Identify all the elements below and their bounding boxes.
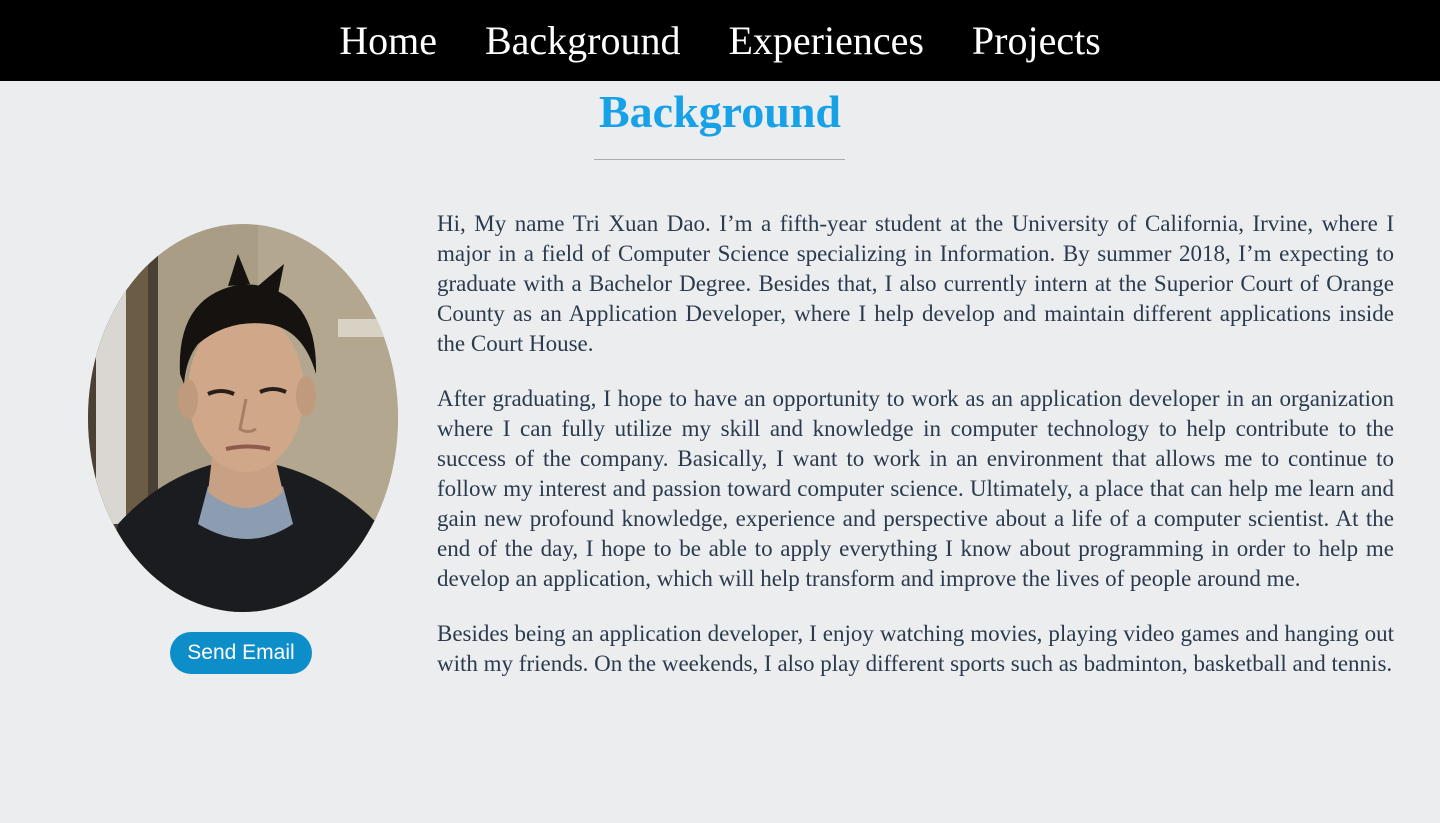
bio-paragraph-1: Hi, My name Tri Xuan Dao. I’m a fifth-ye…	[437, 211, 1394, 356]
nav-link-background[interactable]: Background	[485, 20, 681, 61]
send-email-button[interactable]: Send Email	[170, 632, 312, 674]
nav-link-home[interactable]: Home	[339, 20, 437, 61]
profile-photo	[88, 224, 398, 612]
nav-link-experiences[interactable]: Experiences	[728, 20, 923, 61]
page-title: Background	[598, 86, 842, 137]
bio-paragraph-3: Besides being an application developer, …	[437, 621, 1394, 676]
bio-text: Hi, My name Tri Xuan Dao. I’m a fifth-ye…	[437, 209, 1394, 704]
title-divider	[594, 159, 845, 160]
top-navbar: Home Background Experiences Projects	[0, 0, 1440, 81]
nav-link-projects[interactable]: Projects	[972, 20, 1101, 61]
bio-paragraph-2: After graduating, I hope to have an oppo…	[437, 386, 1394, 591]
